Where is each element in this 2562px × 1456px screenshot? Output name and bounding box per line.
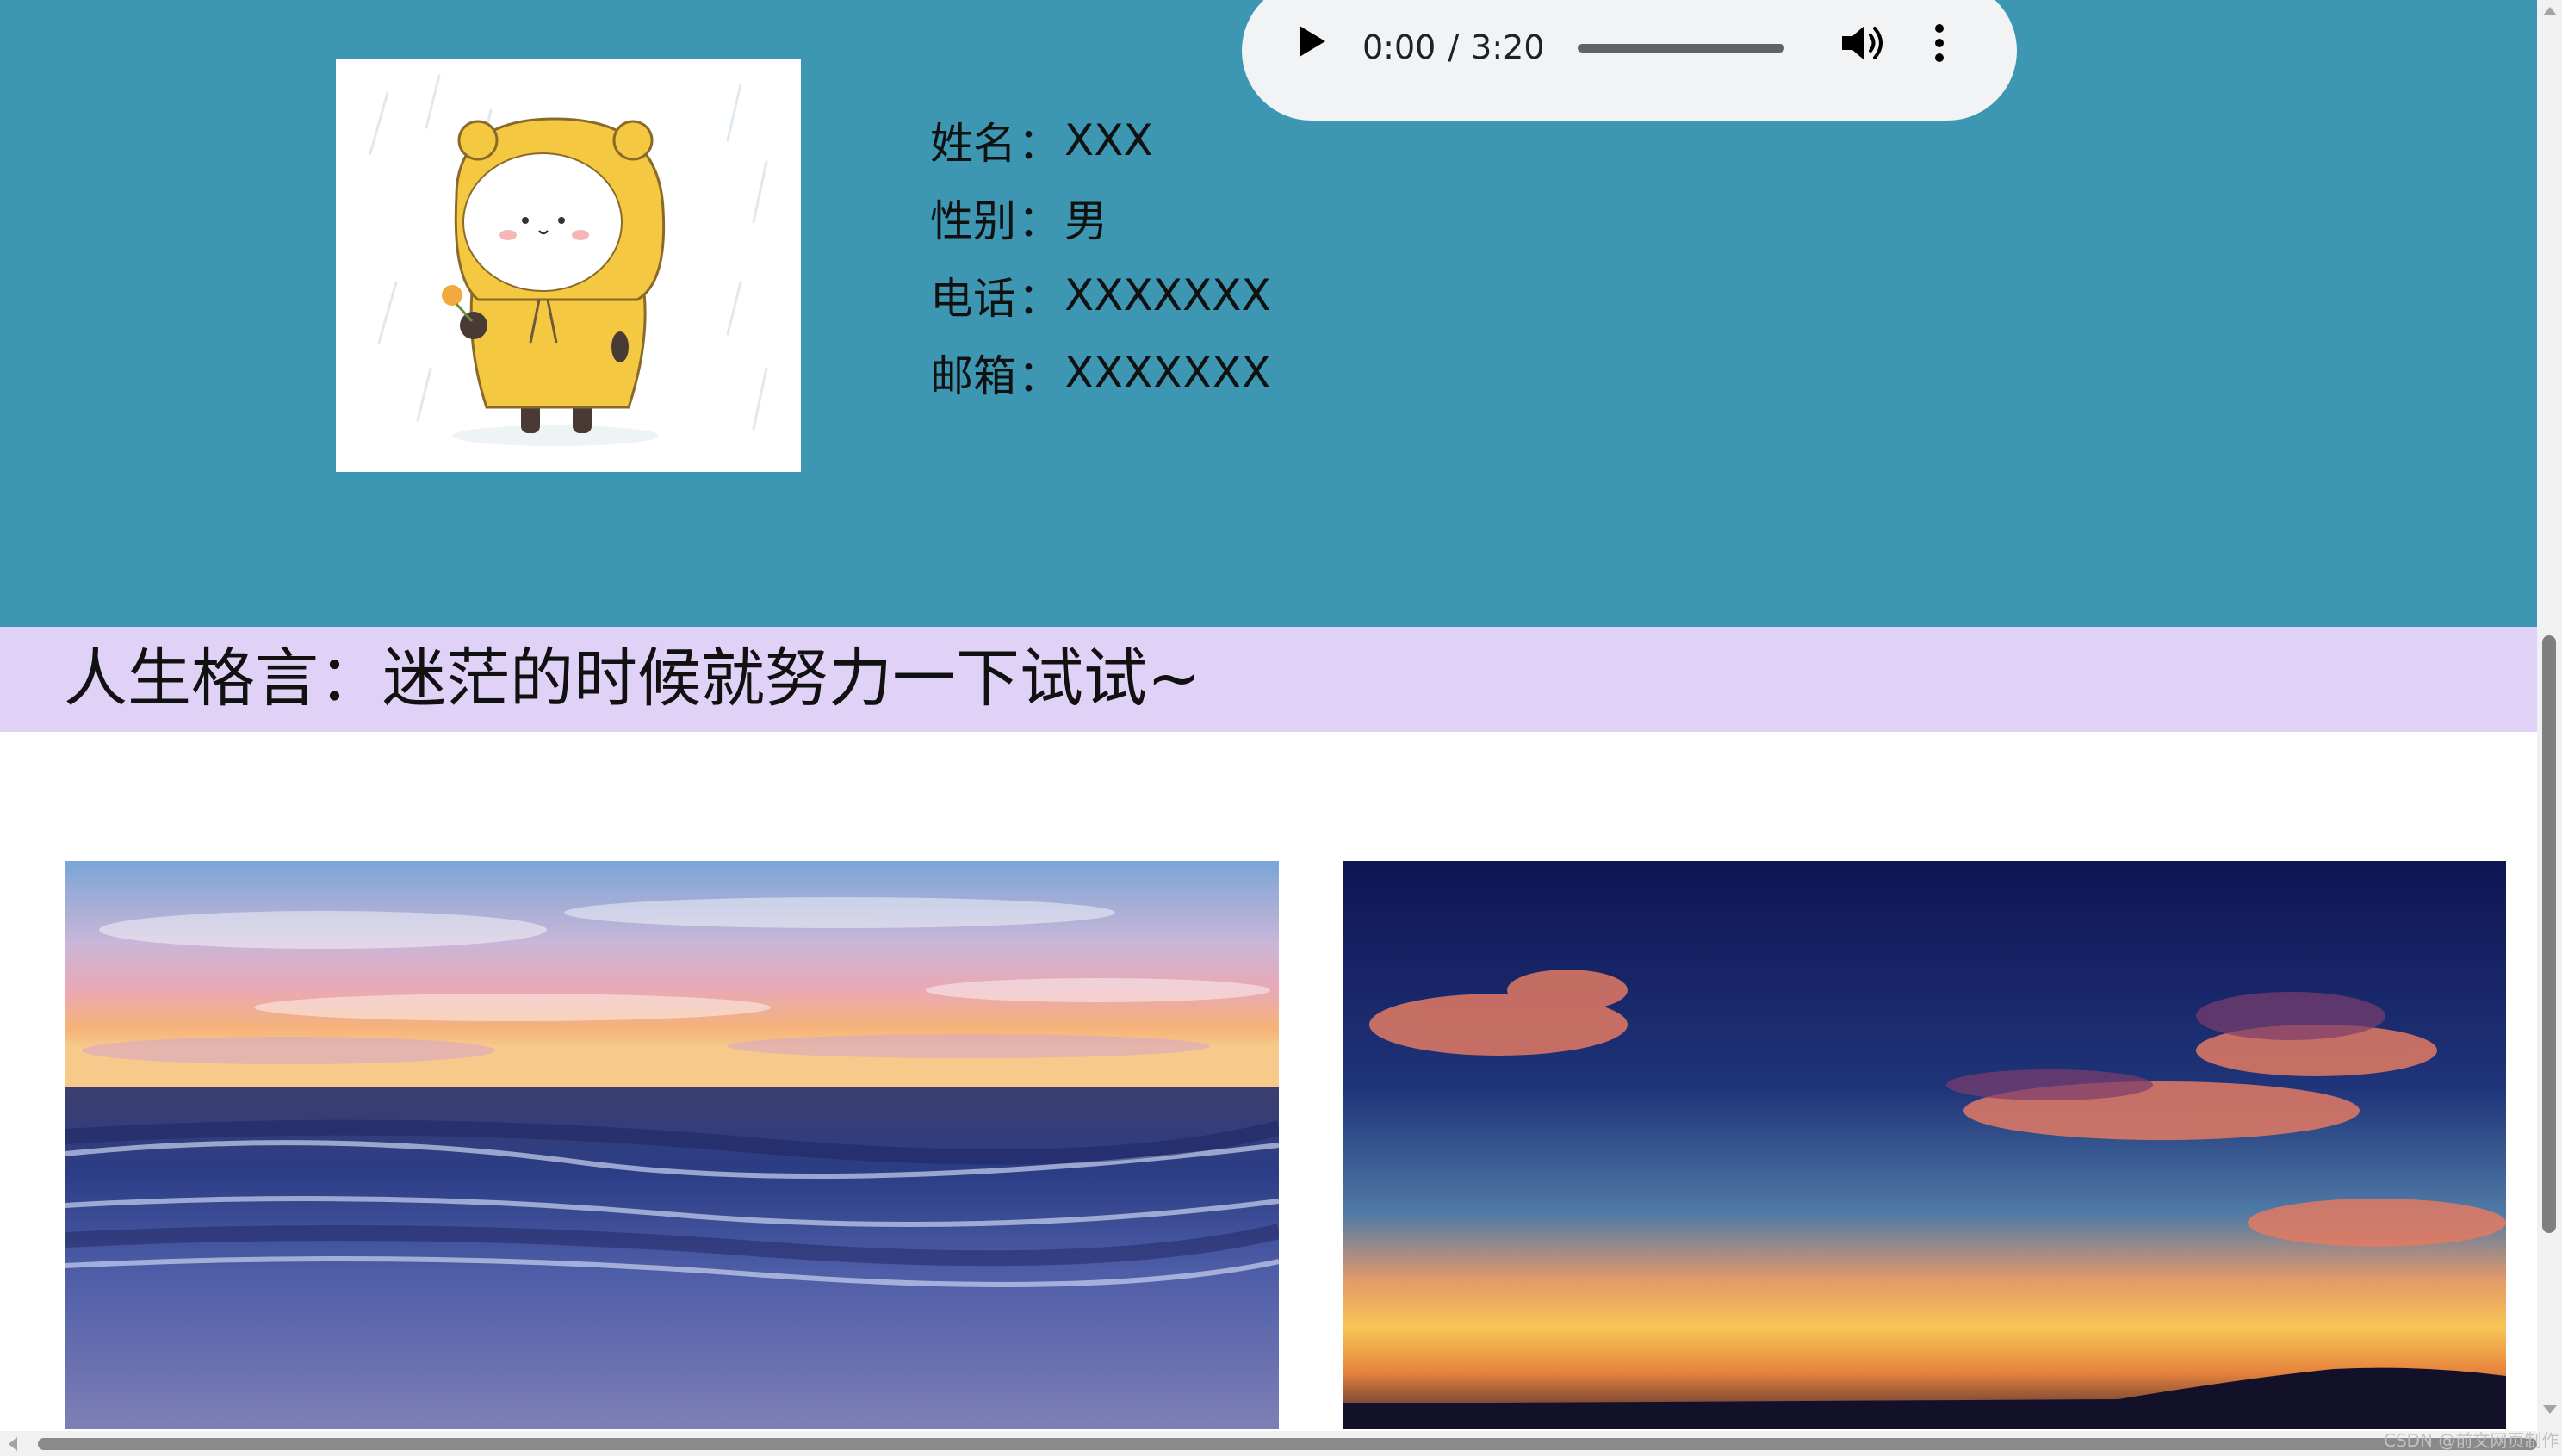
- profile-info: 姓名： XXX 性别：男 电话： XXXXXXX 邮箱： XXXXXXX: [930, 102, 1271, 412]
- horizontal-scrollbar[interactable]: [0, 1431, 2537, 1456]
- phone-label: 电话: [930, 274, 1016, 324]
- avatar: [336, 59, 801, 472]
- more-options-button[interactable]: [1922, 17, 1957, 69]
- horizontal-scroll-thumb[interactable]: [38, 1438, 2537, 1450]
- sunset-image: [1343, 861, 2506, 1429]
- info-row-gender: 性别：男: [930, 179, 1271, 257]
- gender-value: 男: [1064, 196, 1107, 246]
- photo-seascape: [65, 861, 1279, 1429]
- name-label: 姓名: [930, 119, 1016, 169]
- info-row-phone: 电话： XXXXXXX: [930, 257, 1271, 334]
- vertical-scroll-thumb[interactable]: [2542, 635, 2556, 1233]
- email-colon: ：: [1018, 351, 1061, 401]
- vertical-scrollbar[interactable]: [2537, 0, 2562, 1456]
- volume-button[interactable]: [1838, 17, 1889, 69]
- play-button[interactable]: [1287, 15, 1338, 67]
- phone-value: XXXXXXX: [1064, 270, 1271, 320]
- avatar-illustration: [336, 59, 801, 472]
- email-label: 邮箱: [930, 351, 1016, 401]
- phone-colon: ：: [1018, 274, 1061, 324]
- seascape-image: [65, 861, 1279, 1429]
- photo-sunset: [1343, 861, 2506, 1429]
- scroll-left-icon[interactable]: [9, 1437, 17, 1451]
- time-separator: /: [1448, 28, 1460, 66]
- profile-header: 姓名： XXX 性别：男 电话： XXXXXXX 邮箱： XXXXXXX 0:00/3…: [0, 0, 2537, 627]
- audio-player[interactable]: 0:00 / 3:20: [1242, 0, 2017, 121]
- info-row-email: 邮箱： XXXXXXX: [930, 334, 1271, 412]
- current-time: 0:00: [1362, 28, 1436, 66]
- scroll-down-icon[interactable]: [2543, 1405, 2557, 1414]
- volume-icon: [1842, 26, 1883, 60]
- more-vert-icon: [1935, 24, 1944, 62]
- name-colon: ：: [1018, 119, 1061, 169]
- audio-time: 0:00 / 3:20: [1362, 31, 1545, 64]
- info-row-name: 姓名： XXX: [930, 102, 1271, 179]
- play-icon: [1300, 26, 1325, 57]
- gender-label: 性别: [930, 196, 1016, 246]
- watermark: CSDN @前文网页制作: [2384, 1430, 2559, 1451]
- duration: 3:20: [1471, 28, 1545, 66]
- page: 姓名： XXX 性别：男 电话： XXXXXXX 邮箱： XXXXXXX 0:00/3…: [0, 0, 2562, 1456]
- email-value: XXXXXXX: [1064, 348, 1271, 398]
- scroll-up-icon[interactable]: [2543, 7, 2557, 15]
- motto-banner: 人生格言：迷茫的时候就努力一下试试~: [0, 627, 2537, 732]
- motto-text: 人生格言：迷茫的时候就努力一下试试~: [64, 641, 1201, 716]
- gender-colon: ：: [1018, 196, 1061, 246]
- seek-slider[interactable]: [1578, 44, 1784, 53]
- name-value: XXX: [1064, 115, 1153, 165]
